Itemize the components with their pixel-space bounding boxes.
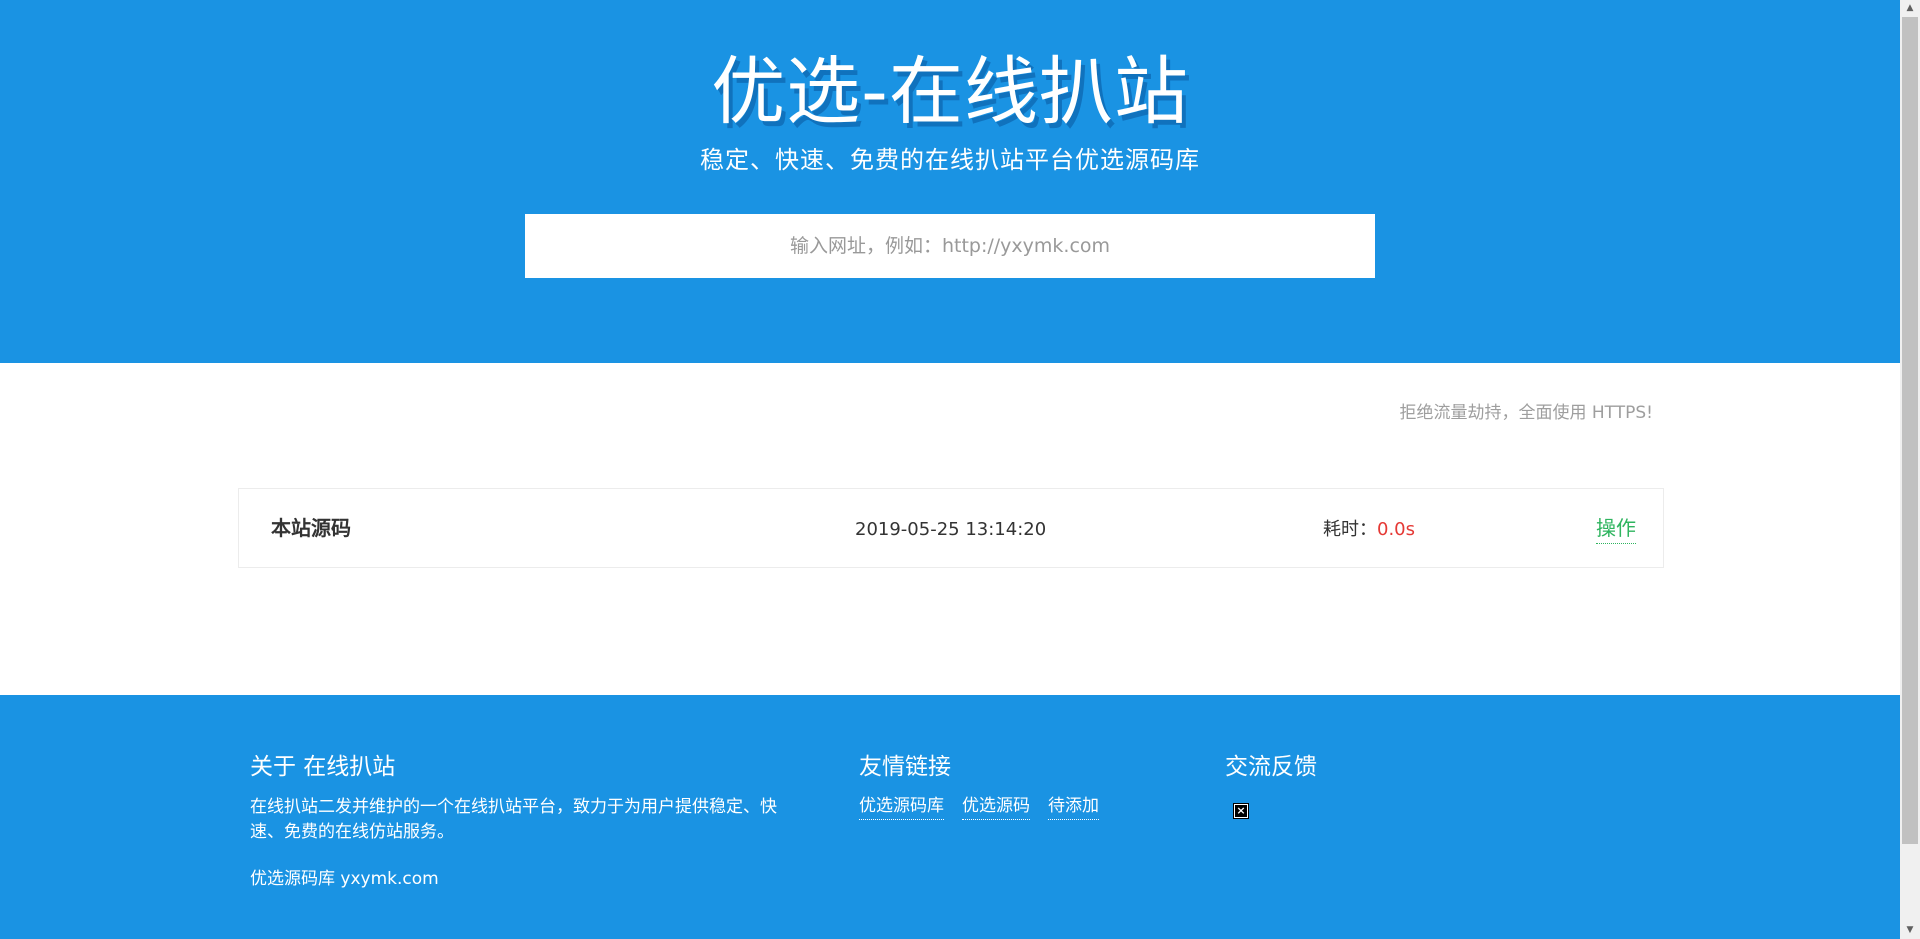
hero-banner: 优选-在线扒站 稳定、快速、免费的在线扒站平台优选源码库	[0, 0, 1900, 363]
source-name: 本站源码	[271, 516, 351, 540]
page: 优选-在线扒站 稳定、快速、免费的在线扒站平台优选源码库 拒绝流量劫持，全面使用…	[0, 0, 1900, 939]
about-text: 在线扒站二发并维护的一个在线扒站平台，致力于为用户提供稳定、快速、免费的在线仿站…	[250, 797, 777, 842]
vertical-scrollbar[interactable]: ▲ ▼	[1900, 0, 1920, 939]
friend-link-2[interactable]: 优选源码	[962, 793, 1030, 820]
elapsed-label: 耗时：	[1323, 519, 1377, 540]
result-row: 本站源码 2019-05-25 13:14:20 耗时：0.0s 操作	[238, 488, 1664, 568]
footer: 关于 在线扒站 在线扒站二发并维护的一个在线扒站平台，致力于为用户提供稳定、快速…	[0, 695, 1900, 939]
site-title: 优选-在线扒站	[711, 49, 1189, 135]
url-input[interactable]	[525, 214, 1375, 278]
https-notice: 拒绝流量劫持，全面使用 HTTPS!	[1399, 403, 1653, 423]
elapsed-time: 耗时：0.0s	[1323, 515, 1415, 545]
timestamp: 2019-05-25 13:14:20	[855, 519, 1047, 540]
action-link[interactable]: 操作	[1596, 513, 1636, 544]
friend-link-1[interactable]: 优选源码库	[859, 793, 944, 820]
scroll-down-icon[interactable]: ▼	[1900, 922, 1920, 939]
links-title: 友情链接	[859, 754, 951, 780]
about-title: 关于 在线扒站	[250, 754, 396, 780]
site-subtitle: 稳定、快速、免费的在线扒站平台优选源码库	[700, 146, 1200, 174]
elapsed-value: 0.0s	[1377, 519, 1416, 540]
friend-links: 优选源码库 优选源码 待添加	[859, 793, 1099, 820]
feedback-title: 交流反馈	[1225, 754, 1317, 780]
scroll-thumb[interactable]	[1902, 17, 1918, 844]
about-site: 优选源码库 yxymk.com	[250, 869, 439, 889]
scroll-up-icon[interactable]: ▲	[1900, 0, 1920, 17]
friend-link-3[interactable]: 待添加	[1048, 793, 1099, 820]
broken-image-icon[interactable]: ×	[1233, 803, 1249, 819]
